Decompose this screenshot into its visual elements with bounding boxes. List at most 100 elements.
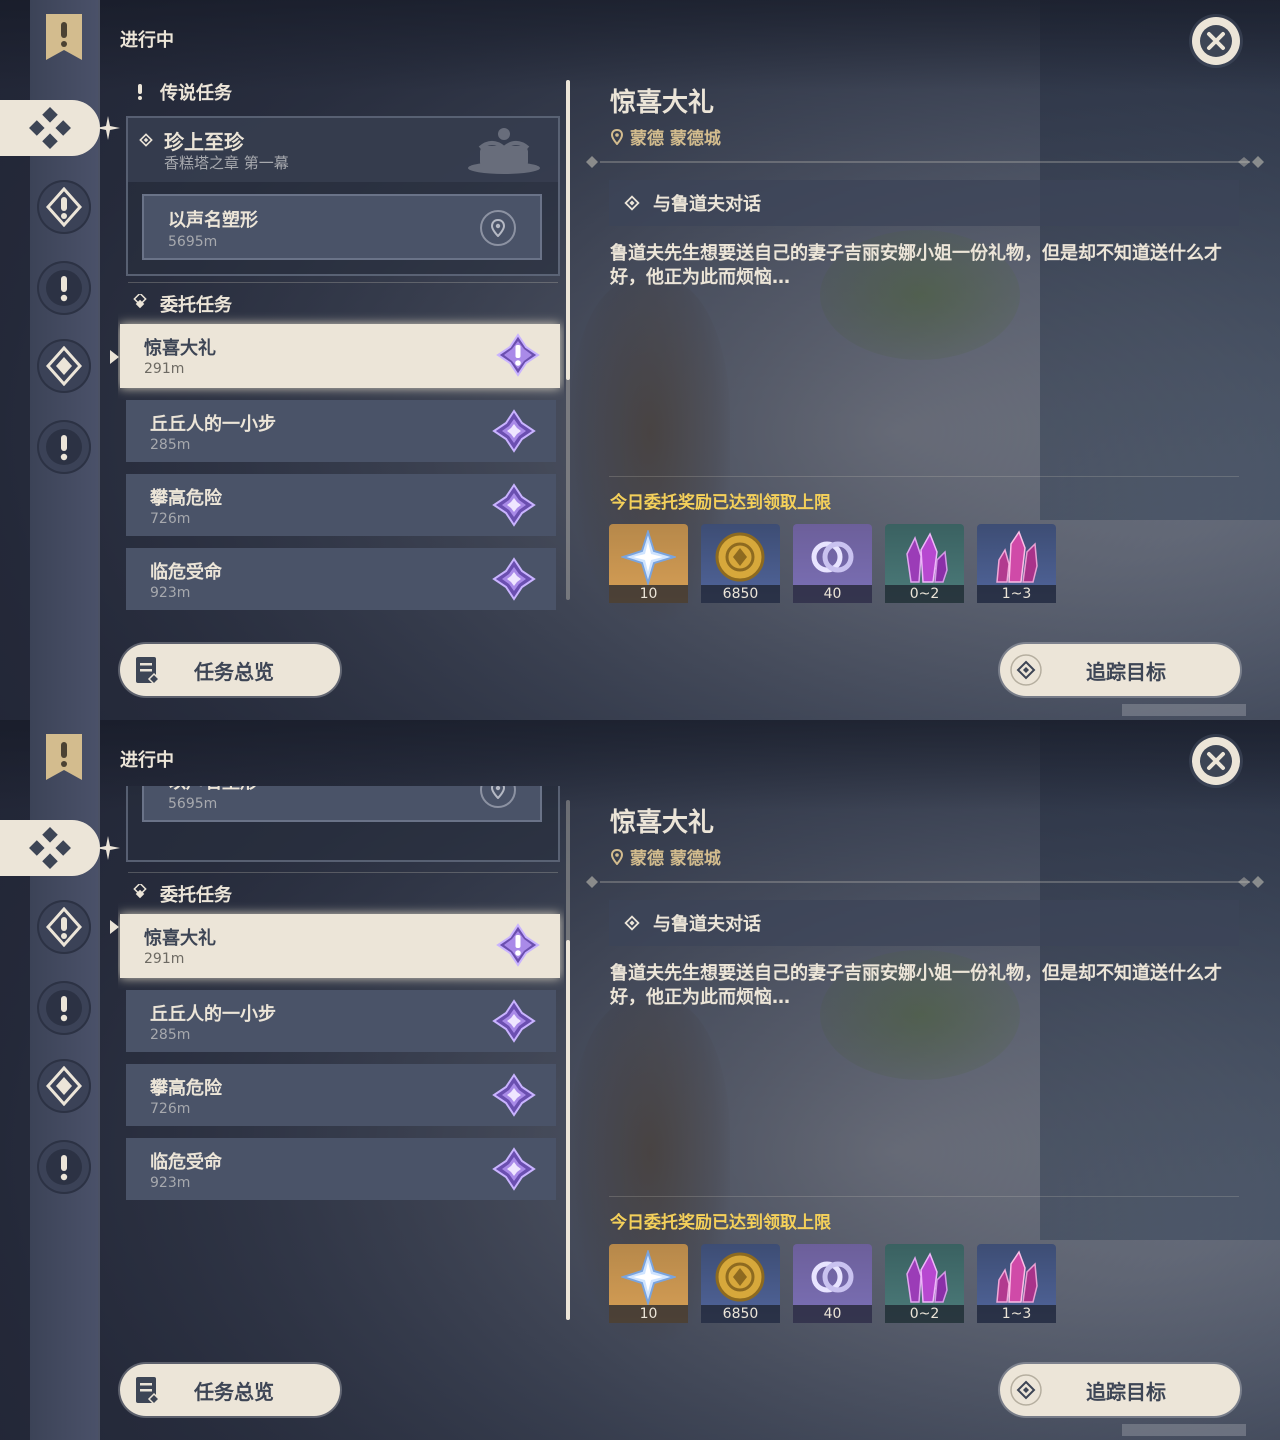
track-target-button[interactable]: 追踪目标 [1000,1364,1240,1416]
reward-item[interactable]: 10 [609,524,688,603]
track-pin-button[interactable] [480,786,516,808]
commission-title: 攀高危险 [150,1078,222,1099]
quest-location-text: 蒙德 蒙德城 [630,849,721,869]
scrollbar-thumb[interactable] [566,80,570,380]
bottom-strip [1122,704,1246,716]
purple-quest-icon [492,409,536,453]
commission-row[interactable]: 攀高危险 726m [126,1064,556,1126]
commission-row[interactable]: 丘丘人的一小步 285m [126,990,556,1052]
reward-count: 10 [609,585,688,603]
commission-row[interactable]: 丘丘人的一小步 285m [126,400,556,462]
nav-commissions-active[interactable] [0,100,100,156]
nav-world-quests[interactable] [37,1140,91,1194]
commission-icon [28,106,72,150]
exclamation-icon [44,1147,84,1187]
quest-overview-button[interactable]: 任务总览 [120,1364,340,1416]
track-pin-button[interactable] [480,210,516,246]
purple-quest-icon [492,999,536,1043]
reward-item[interactable]: 10 [609,1244,688,1323]
commission-title: 惊喜大礼 [144,338,216,359]
nav-legend-quests[interactable] [37,900,91,954]
bookmark-icon[interactable] [44,732,84,782]
commission-row-selected[interactable]: 惊喜大礼 291m [120,914,560,978]
nav-hangout-quests[interactable] [37,339,91,393]
quest-location-text: 蒙德 蒙德城 [630,129,721,149]
adventure-exp-icon [805,530,860,585]
commission-distance: 285m [150,437,191,453]
status-title: 进行中 [120,30,174,51]
quest-detail-title: 惊喜大礼 [610,808,715,838]
nav-hangout-quests[interactable] [37,1059,91,1113]
commission-row-selected[interactable]: 惊喜大礼 291m [120,324,560,388]
commission-row[interactable]: 临危受命 923m [126,1138,556,1200]
reward-count: 0~2 [885,1305,964,1323]
diamond-marker-icon [138,132,154,148]
nav-archon-quests[interactable] [37,981,91,1035]
close-button[interactable] [1192,17,1240,65]
legend-step-title: 以声名塑形 [168,786,258,794]
purple-quest-icon [492,1147,536,1191]
legend-section-label: 传说任务 [160,83,232,104]
quest-list-scrollbar[interactable] [566,80,570,600]
track-diamond-icon [1010,1374,1042,1406]
commission-icon [28,826,72,870]
reward-divider [609,1196,1239,1197]
close-button[interactable] [1192,737,1240,785]
crystal-ore-icon [897,530,952,585]
location-pin-icon [490,219,506,237]
adventure-exp-icon [805,1250,860,1305]
purple-quest-exclamation-icon [496,923,540,967]
commission-section-label: 委托任务 [160,295,232,316]
quest-list-scrollbar[interactable] [566,800,570,1320]
commission-row[interactable]: 攀高危险 726m [126,474,556,536]
legend-step-row[interactable]: 以声名塑形 5695m [142,786,542,822]
reward-limit-note: 今日委托奖励已达到领取上限 [610,1213,831,1233]
scrollbar-thumb[interactable] [566,940,570,1320]
commission-distance: 923m [150,585,191,601]
mora-icon [713,1250,768,1305]
close-icon [1200,25,1232,57]
close-icon [1200,745,1232,777]
reward-item[interactable]: 1~3 [977,524,1056,603]
nav-commissions-active[interactable] [0,820,100,876]
crystal-chunk-icon [989,1250,1044,1305]
location-pin-icon [490,786,506,799]
mora-icon [713,530,768,585]
track-diamond-icon [1010,654,1042,686]
reward-count: 1~3 [977,1305,1056,1323]
selection-arrow-icon [110,920,119,934]
reward-item[interactable]: 0~2 [885,524,964,603]
commission-title: 临危受命 [150,562,222,583]
reward-count: 1~3 [977,585,1056,603]
status-title: 进行中 [120,750,174,771]
nav-legend-quests[interactable] [37,180,91,234]
sparkle-icon [96,116,120,140]
quest-screen-panel-1: 进行中 传说任务 珍上至珍 香糕塔之章 第一幕 以声名塑形 5695m 委托任务… [0,0,1280,720]
reward-item[interactable]: 6850 [701,524,780,603]
bookmark-icon[interactable] [44,12,84,62]
quest-location: 蒙德 蒙德城 [610,124,721,149]
nav-archon-quests[interactable] [37,261,91,315]
commission-row[interactable]: 临危受命 923m [126,548,556,610]
reward-item[interactable]: 1~3 [977,1244,1056,1323]
legend-quest-group: 以声名塑形 5695m [126,786,560,862]
commission-section-label: 委托任务 [160,885,232,906]
reward-item[interactable]: 0~2 [885,1244,964,1323]
legend-quest-row[interactable]: 珍上至珍 香糕塔之章 第一幕 [128,118,558,182]
commission-distance: 923m [150,1175,191,1191]
commission-section-header: 委托任务 [130,290,232,318]
legend-step-row[interactable]: 以声名塑形 5695m [142,194,542,260]
commission-title: 丘丘人的一小步 [150,1004,276,1025]
track-target-button[interactable]: 追踪目标 [1000,644,1240,696]
quest-overview-button[interactable]: 任务总览 [120,644,340,696]
hangout-quest-icon [44,1066,84,1106]
reward-item[interactable]: 40 [793,1244,872,1323]
quest-location: 蒙德 蒙德城 [610,844,721,869]
nav-world-quests[interactable] [37,420,91,474]
section-divider [128,282,558,283]
sparkle-icon [96,836,120,860]
reward-item[interactable]: 40 [793,524,872,603]
legend-quest-icon [44,907,84,947]
commission-title: 临危受命 [150,1152,222,1173]
reward-item[interactable]: 6850 [701,1244,780,1323]
